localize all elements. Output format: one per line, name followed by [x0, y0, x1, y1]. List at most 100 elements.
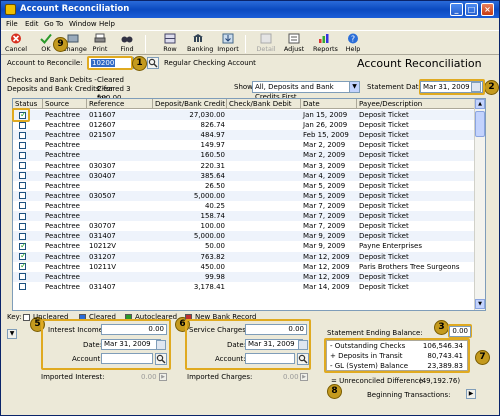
- deposits-in-transit-value: 80,743.41: [427, 352, 463, 360]
- reports-button[interactable]: Reports: [313, 33, 338, 53]
- menu-window[interactable]: Window: [69, 20, 97, 28]
- interest-income-label: Interest Income:: [48, 326, 106, 334]
- table-row[interactable]: Peachtree 40.25 Mar 7, 2009 Deposit Ticket: [13, 201, 475, 211]
- status-checkbox[interactable]: [19, 151, 26, 159]
- table-row[interactable]: Peachtree 160.50 Mar 2, 2009 Deposit Ticket: [13, 150, 475, 161]
- status-checkbox[interactable]: [19, 232, 26, 240]
- status-checkbox[interactable]: [19, 141, 26, 149]
- status-checkbox[interactable]: [19, 182, 26, 190]
- interest-income-input[interactable]: 0.00: [101, 324, 167, 335]
- table-row[interactable]: Peachtree 26.50 Mar 5, 2009 Deposit Ticket: [13, 181, 475, 191]
- table-row[interactable]: Peachtree 10212V 50.00 Mar 9, 2009 Payne Ent…: [13, 241, 475, 251]
- help-button[interactable]: ? Help: [342, 33, 364, 53]
- status-checkbox[interactable]: [19, 241, 27, 251]
- interest-date-input[interactable]: Mar 31, 2009: [101, 339, 161, 350]
- charges-date-input[interactable]: Mar 31, 2009: [245, 339, 303, 350]
- import-button[interactable]: Import: [217, 33, 239, 53]
- table-row[interactable]: Peachtree 158.74 Mar 7, 2009 Deposit Ticket: [13, 211, 475, 222]
- grid-rows: Peachtree 011607 27,030.00 Jan 15, 2009 Depo…: [13, 110, 475, 292]
- status-checkbox[interactable]: [19, 192, 26, 200]
- col-reference[interactable]: Reference: [87, 99, 153, 109]
- beginning-transactions-button[interactable]: ▶: [466, 389, 476, 399]
- scroll-up-icon[interactable]: ▲: [475, 99, 485, 109]
- account-lookup-button[interactable]: [147, 57, 159, 69]
- cell-source: Peachtree: [45, 232, 80, 241]
- status-checkbox[interactable]: [19, 172, 26, 180]
- menu-file[interactable]: File: [6, 20, 18, 28]
- status-checkbox[interactable]: [19, 222, 26, 230]
- cancel-button[interactable]: Cancel: [5, 33, 27, 53]
- ok-label: OK: [41, 45, 51, 53]
- menu-edit[interactable]: Edit: [25, 20, 39, 28]
- col-date[interactable]: Date: [301, 99, 357, 109]
- status-checkbox[interactable]: [19, 261, 27, 271]
- title-bar[interactable]: Account Reconciliation _ □ ×: [1, 1, 499, 18]
- col-payee[interactable]: Payee/Description: [357, 99, 475, 109]
- imported-interest-button[interactable]: ▶: [159, 373, 167, 381]
- status-checkbox[interactable]: [19, 121, 26, 129]
- charges-account-label: Account:: [215, 355, 246, 363]
- calendar-icon[interactable]: [471, 82, 481, 92]
- status-checkbox[interactable]: [19, 162, 26, 170]
- menu-goto[interactable]: Go To: [44, 20, 63, 28]
- table-row[interactable]: Peachtree 021507 484.97 Feb 15, 2009 Deposit…: [13, 130, 475, 141]
- status-checkbox[interactable]: [19, 131, 26, 139]
- table-row[interactable]: Peachtree 030507 5,000.00 Mar 5, 2009 Deposi…: [13, 190, 475, 201]
- imported-charges-button[interactable]: ▶: [300, 373, 308, 381]
- cell-payee: Deposit Ticket: [359, 121, 409, 130]
- table-row[interactable]: Peachtree 99.98 Mar 12, 2009 Deposit Ticket: [13, 271, 475, 282]
- show-select[interactable]: All, Deposits and Bank Credits First ▼: [252, 81, 360, 101]
- row-button[interactable]: Row: [159, 33, 181, 53]
- status-checkbox[interactable]: [19, 212, 26, 220]
- cell-source: Peachtree: [45, 111, 80, 119]
- close-button[interactable]: ×: [481, 3, 494, 16]
- interest-account-input[interactable]: [101, 353, 153, 364]
- scroll-thumb[interactable]: [475, 111, 485, 137]
- grid-scrollbar[interactable]: ▲ ▼: [474, 99, 485, 310]
- table-row[interactable]: Peachtree 030307 220.31 Mar 3, 2009 Deposit …: [13, 161, 475, 171]
- table-row[interactable]: Peachtree 030407 385.64 Mar 4, 2009 Deposit …: [13, 170, 475, 181]
- charges-account-lookup[interactable]: [297, 353, 309, 365]
- import-icon: [222, 33, 234, 44]
- banking-button[interactable]: Banking: [187, 33, 213, 53]
- detail-button[interactable]: Detail: [255, 33, 277, 53]
- status-checkbox[interactable]: [19, 273, 26, 281]
- maximize-button[interactable]: □: [465, 3, 478, 16]
- minimize-button[interactable]: _: [450, 3, 463, 16]
- table-row[interactable]: Peachtree 031207 763.82 Mar 12, 2009 Deposit…: [13, 251, 475, 262]
- adjust-button[interactable]: Adjust: [283, 33, 305, 53]
- menu-help[interactable]: Help: [99, 20, 115, 28]
- scroll-down-icon[interactable]: ▼: [475, 299, 485, 309]
- expand-button[interactable]: ▼: [7, 329, 17, 339]
- table-row[interactable]: Peachtree 031407 5,000.00 Mar 9, 2009 Deposi…: [13, 231, 475, 242]
- toolbar: Cancel OK Change Print Find Row Banking: [1, 30, 499, 55]
- service-charges-input[interactable]: 0.00: [245, 324, 307, 335]
- svg-text:?: ?: [351, 35, 355, 44]
- cell-deposit: 763.82: [200, 252, 226, 261]
- toolbar-separator: [245, 35, 246, 53]
- magnifier-icon: [148, 58, 158, 68]
- col-check[interactable]: Check/Bank Debit: [227, 99, 301, 109]
- table-row[interactable]: Peachtree 030707 100.00 Mar 7, 2009 Deposit …: [13, 221, 475, 231]
- status-checkbox[interactable]: [19, 202, 26, 210]
- interest-account-lookup[interactable]: [155, 353, 167, 365]
- outstanding-checks-label: - Outstanding Checks: [330, 342, 406, 350]
- table-row[interactable]: Peachtree 10211V 450.00 Mar 12, 2009 Paris B…: [13, 261, 475, 272]
- calendar-icon[interactable]: [298, 340, 308, 350]
- status-checkbox[interactable]: [19, 283, 26, 291]
- col-source[interactable]: Source: [43, 99, 87, 109]
- find-button[interactable]: Find: [116, 33, 138, 53]
- summary-credits-label: Deposits and Bank Credits -: [7, 85, 105, 93]
- table-row[interactable]: Peachtree 149.97 Mar 2, 2009 Deposit Ticket: [13, 140, 475, 150]
- status-checkbox[interactable]: [19, 251, 27, 261]
- calendar-icon[interactable]: [156, 340, 166, 350]
- chevron-down-icon[interactable]: ▼: [349, 82, 359, 92]
- import-label: Import: [217, 45, 239, 53]
- table-row[interactable]: Peachtree 031407 3,178.41 Mar 14, 2009 Depos…: [13, 282, 475, 292]
- table-row[interactable]: Peachtree 011607 27,030.00 Jan 15, 2009 Depo…: [13, 110, 475, 121]
- charges-account-input[interactable]: [245, 353, 295, 364]
- table-row[interactable]: Peachtree 012607 826.74 Jan 26, 2009 Deposit…: [13, 120, 475, 130]
- col-deposit[interactable]: Deposit/Bank Credit: [153, 99, 227, 109]
- print-button[interactable]: Print: [89, 33, 111, 53]
- statement-ending-input[interactable]: 0.00: [449, 326, 471, 337]
